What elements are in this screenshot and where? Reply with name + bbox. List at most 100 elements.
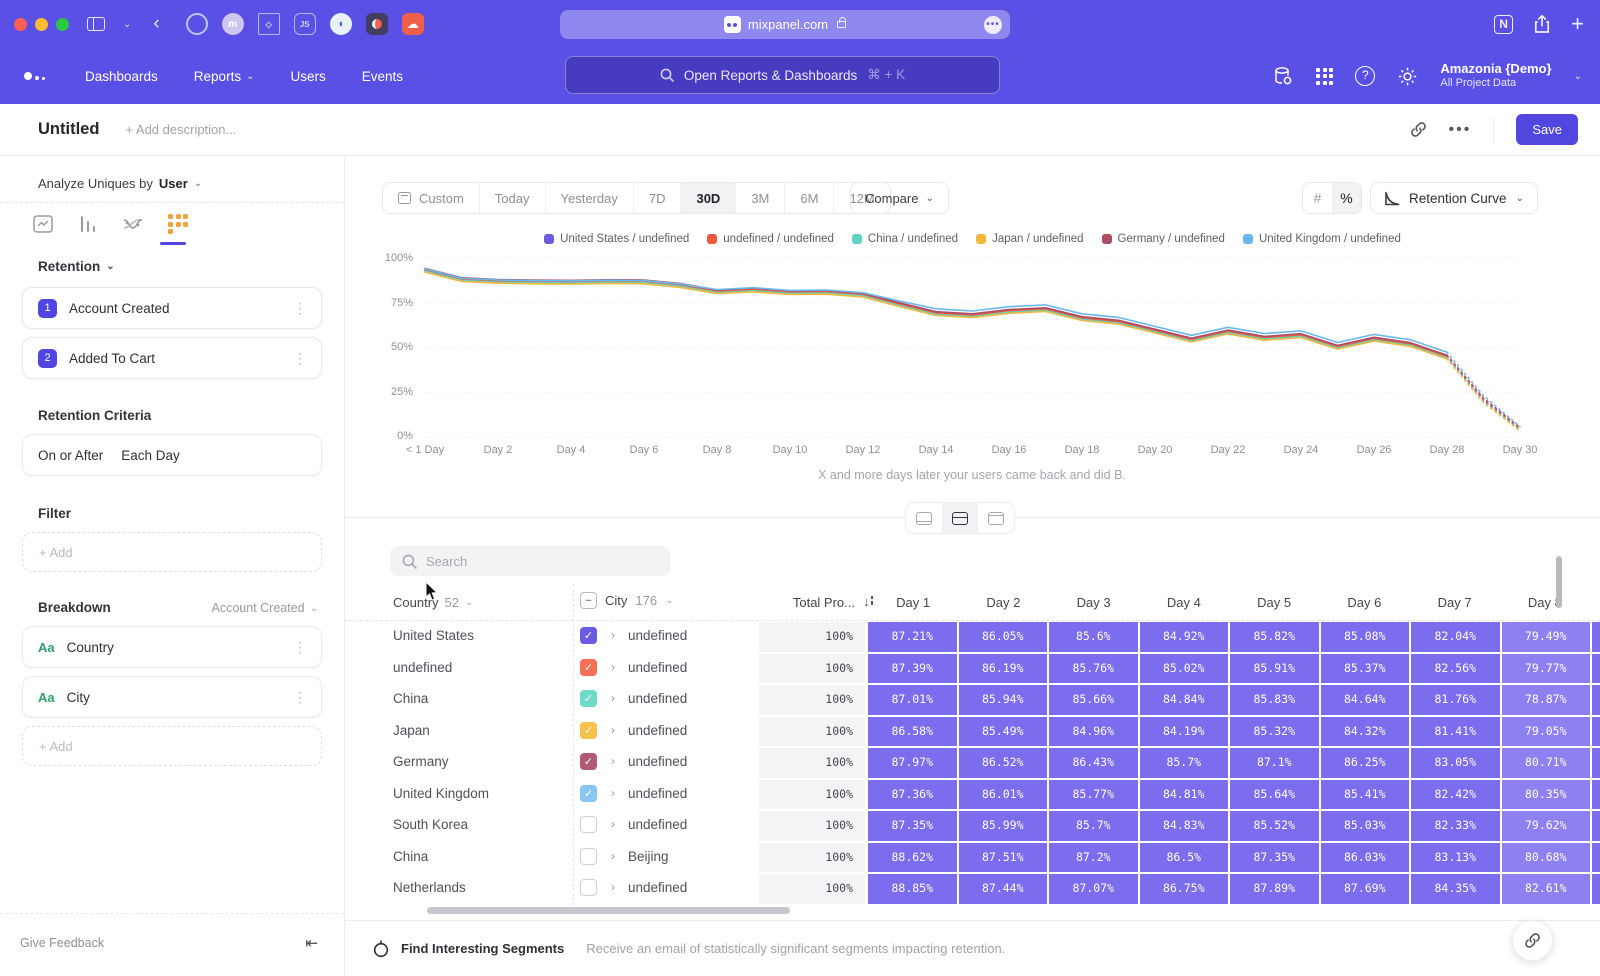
- kebab-menu-icon[interactable]: ⋮: [293, 300, 307, 317]
- row-checkbox[interactable]: ✓: [580, 690, 597, 707]
- find-segments-title[interactable]: Find Interesting Segments: [401, 941, 564, 956]
- day-column-header[interactable]: Day 7: [1410, 595, 1500, 610]
- legend-item[interactable]: Japan / undefined: [976, 233, 1083, 245]
- table-row[interactable]: China›Beijing100%88.62%87.51%87.2%86.5%8…: [345, 842, 1600, 874]
- tab-favicon[interactable]: [366, 13, 388, 35]
- day-column-header[interactable]: Day 4: [1139, 595, 1229, 610]
- select-all-checkbox[interactable]: −: [580, 592, 597, 609]
- step-card-account-created[interactable]: 1 Account Created ⋮: [22, 287, 322, 329]
- retention-curve-chart[interactable]: [425, 258, 1520, 437]
- retention-section-header[interactable]: Retention⌄: [38, 259, 115, 274]
- retention-cell[interactable]: 84.96%: [1049, 717, 1138, 747]
- retention-cell[interactable]: 86.25%: [1321, 748, 1410, 778]
- retention-cell[interactable]: 87.2%: [1049, 843, 1138, 873]
- retention-cell[interactable]: 81.76%: [1411, 685, 1500, 715]
- date-range-yesterday[interactable]: Yesterday: [545, 183, 633, 213]
- retention-cell[interactable]: 85.64%: [1230, 780, 1319, 810]
- nav-dashboards[interactable]: Dashboards: [85, 69, 158, 84]
- expand-row-icon[interactable]: ›: [611, 786, 615, 800]
- chart-type-dropdown[interactable]: Retention Curve⌄: [1370, 182, 1538, 214]
- share-icon[interactable]: [1533, 14, 1551, 34]
- legend-item[interactable]: Germany / undefined: [1102, 233, 1225, 245]
- retention-cell[interactable]: 85.02%: [1140, 654, 1229, 684]
- zoom-window-button[interactable]: [56, 18, 69, 31]
- retention-cell[interactable]: 87.07%: [1049, 874, 1138, 904]
- retention-cell[interactable]: 86.19%: [959, 654, 1048, 684]
- expand-row-icon[interactable]: ›: [611, 880, 615, 894]
- retention-cell[interactable]: 88.85%: [868, 874, 957, 904]
- retention-cell[interactable]: 84.81%: [1140, 780, 1229, 810]
- expand-row-icon[interactable]: ›: [611, 817, 615, 831]
- retention-cell[interactable]: 84.32%: [1321, 717, 1410, 747]
- total-column-header[interactable]: Total Pro...: [745, 595, 855, 610]
- retention-cell[interactable]: 78.87%: [1502, 685, 1591, 715]
- day-column-header[interactable]: Day 6: [1319, 595, 1409, 610]
- tab-favicon[interactable]: JS: [294, 13, 316, 35]
- retention-cell[interactable]: 82.61%: [1502, 874, 1591, 904]
- date-range-7d[interactable]: 7D: [633, 183, 681, 213]
- date-range-custom[interactable]: Custom: [383, 183, 479, 213]
- retention-cell[interactable]: 87.35%: [1230, 843, 1319, 873]
- criteria-operator-dropdown[interactable]: On or After: [38, 448, 103, 463]
- retention-cell[interactable]: 86.5%: [1140, 843, 1229, 873]
- copy-link-icon[interactable]: [1410, 121, 1427, 138]
- row-checkbox[interactable]: [580, 848, 597, 865]
- date-range-3m[interactable]: 3M: [735, 183, 784, 213]
- date-range-30d[interactable]: 30D: [680, 183, 735, 213]
- vertical-scrollbar[interactable]: [1556, 556, 1562, 608]
- window-controls[interactable]: [14, 18, 69, 31]
- expand-row-icon[interactable]: ›: [611, 660, 615, 674]
- retention-cell[interactable]: 82.33%: [1411, 811, 1500, 841]
- retention-cell[interactable]: 85.7%: [1140, 748, 1229, 778]
- legend-item[interactable]: United Kingdom / undefined: [1243, 233, 1401, 245]
- table-row[interactable]: United States✓›undefined100%87.21%86.05%…: [345, 621, 1600, 653]
- row-checkbox[interactable]: ✓: [580, 627, 597, 644]
- breakdown-event-dropdown[interactable]: Account Created⌄: [212, 601, 319, 615]
- data-management-icon[interactable]: [1272, 65, 1294, 87]
- retention-cell[interactable]: 85.41%: [1321, 780, 1410, 810]
- layout-table-icon[interactable]: [978, 503, 1014, 533]
- retention-cell[interactable]: 87.97%: [868, 748, 957, 778]
- legend-item[interactable]: United States / undefined: [544, 233, 689, 245]
- retention-cell[interactable]: 85.94%: [959, 685, 1048, 715]
- analyze-value-dropdown[interactable]: User: [159, 176, 188, 191]
- tab-favicon[interactable]: ☁: [402, 13, 424, 35]
- expand-row-icon[interactable]: ›: [611, 754, 615, 768]
- address-bar[interactable]: mixpanel.com •••: [560, 10, 1010, 39]
- new-tab-icon[interactable]: +: [1571, 11, 1584, 37]
- expand-row-icon[interactable]: ›: [611, 849, 615, 863]
- retention-cell[interactable]: 87.21%: [868, 622, 957, 652]
- table-row[interactable]: undefined✓›undefined100%87.39%86.19%85.7…: [345, 653, 1600, 685]
- row-checkbox[interactable]: ✓: [580, 753, 597, 770]
- retention-cell[interactable]: 84.19%: [1140, 717, 1229, 747]
- tab-favicon[interactable]: ◇: [258, 13, 280, 35]
- breakdown-card-country[interactable]: Aa Country ⋮: [22, 626, 322, 668]
- table-row[interactable]: Netherlands›undefined100%88.85%87.44%87.…: [345, 873, 1600, 905]
- expand-row-icon[interactable]: ›: [611, 723, 615, 737]
- add-breakdown-button[interactable]: + Add: [22, 726, 322, 766]
- settings-gear-icon[interactable]: [1397, 66, 1418, 87]
- retention-cell[interactable]: 85.03%: [1321, 811, 1410, 841]
- apps-grid-icon[interactable]: [1316, 68, 1333, 85]
- nav-users[interactable]: Users: [290, 69, 325, 84]
- retention-cell[interactable]: 80.68%: [1502, 843, 1591, 873]
- retention-cell[interactable]: 84.84%: [1140, 685, 1229, 715]
- retention-cell[interactable]: 85.99%: [959, 811, 1048, 841]
- retention-cell[interactable]: 83.13%: [1411, 843, 1500, 873]
- legend-item[interactable]: China / undefined: [852, 233, 958, 245]
- tab-funnels[interactable]: [75, 211, 101, 237]
- retention-cell[interactable]: 87.39%: [868, 654, 957, 684]
- retention-cell[interactable]: 87.36%: [868, 780, 957, 810]
- day-column-header[interactable]: Day 2: [958, 595, 1048, 610]
- retention-cell[interactable]: 86.43%: [1049, 748, 1138, 778]
- chevron-down-icon[interactable]: ⌄: [123, 19, 131, 30]
- day-column-header[interactable]: Day 8: [1500, 595, 1590, 610]
- give-feedback-link[interactable]: Give Feedback: [20, 936, 104, 950]
- absolute-values-toggle[interactable]: #: [1303, 183, 1332, 213]
- retention-cell[interactable]: 82.04%: [1411, 622, 1500, 652]
- kebab-menu-icon[interactable]: ⋮: [293, 689, 307, 706]
- retention-cell[interactable]: 88.62%: [868, 843, 957, 873]
- add-filter-button[interactable]: + Add: [22, 532, 322, 572]
- retention-cell[interactable]: 86.58%: [868, 717, 957, 747]
- retention-cell[interactable]: 85.37%: [1321, 654, 1410, 684]
